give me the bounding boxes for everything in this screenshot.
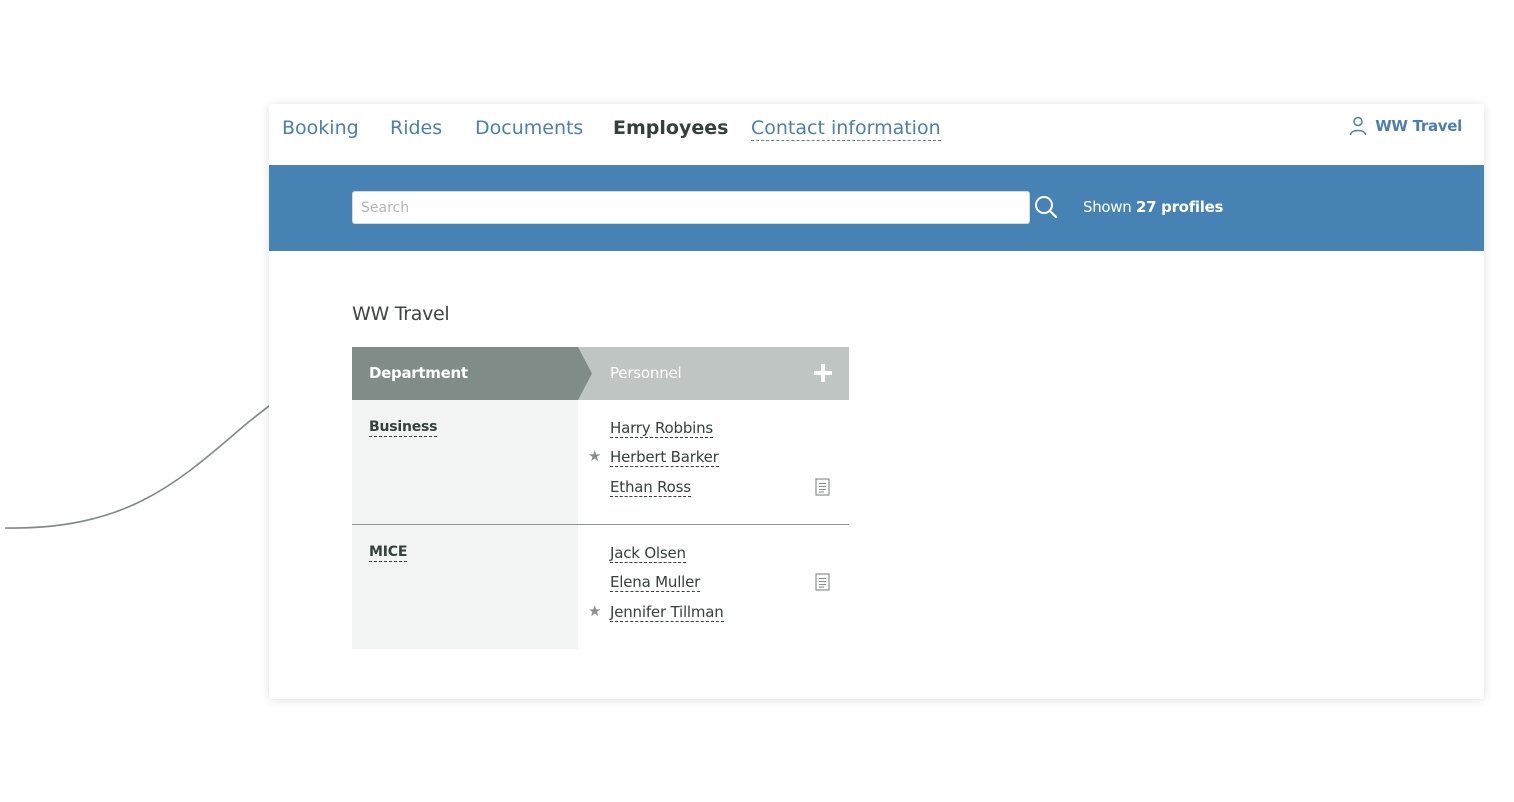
nav-contact-information[interactable]: Contact information	[751, 116, 941, 141]
search-band: Shown 27 profiles	[269, 165, 1484, 251]
canvas: Booking Rides Documents Employees Contac…	[0, 0, 1514, 802]
star-icon: ★	[588, 447, 602, 465]
organization-title: WW Travel	[352, 303, 450, 325]
person-jack-olsen[interactable]: Jack Olsen	[610, 544, 686, 563]
user-icon	[1349, 116, 1367, 136]
nav-booking[interactable]: Booking	[282, 116, 359, 140]
shown-count: 27 profiles	[1135, 198, 1224, 216]
department-name-business[interactable]: Business	[369, 419, 438, 437]
profiles-count: Shown 27 profiles	[1083, 198, 1223, 216]
department-column-header: Department	[352, 347, 592, 400]
account-name: WW Travel	[1375, 117, 1462, 135]
nav-rides[interactable]: Rides	[390, 116, 442, 140]
personnel-header-label: Personnel	[610, 364, 682, 382]
person-elena-muller[interactable]: Elena Muller	[610, 573, 700, 592]
department-row: MICE Jack Olsen Elena Muller ★ Jennifer …	[352, 524, 849, 649]
department-name-mice[interactable]: MICE	[369, 544, 407, 562]
department-table: Department Personnel Business Harry Robb…	[352, 347, 849, 649]
person-ethan-ross[interactable]: Ethan Ross	[610, 478, 691, 497]
employees-panel: Booking Rides Documents Employees Contac…	[269, 104, 1484, 699]
document-icon[interactable]	[815, 573, 830, 591]
search-icon[interactable]	[1033, 194, 1059, 220]
person-herbert-barker[interactable]: Herbert Barker	[610, 448, 719, 467]
department-row: Business Harry Robbins ★ Herbert Barker …	[352, 400, 849, 524]
shown-prefix: Shown	[1083, 198, 1132, 216]
department-cell: Business	[352, 400, 578, 524]
person-harry-robbins[interactable]: Harry Robbins	[610, 419, 713, 438]
document-icon[interactable]	[815, 478, 830, 496]
department-cell: MICE	[352, 525, 578, 649]
department-header-label: Department	[369, 364, 468, 382]
nav-documents[interactable]: Documents	[475, 116, 583, 140]
star-icon: ★	[588, 602, 602, 620]
add-employee-button[interactable]	[813, 363, 833, 383]
account-menu[interactable]: WW Travel	[1349, 116, 1462, 136]
table-header: Department Personnel	[352, 347, 849, 400]
person-jennifer-tillman[interactable]: Jennifer Tillman	[610, 603, 724, 622]
search-input[interactable]	[352, 191, 1030, 224]
top-navigation: Booking Rides Documents Employees Contac…	[269, 104, 1484, 165]
nav-employees[interactable]: Employees	[613, 116, 728, 140]
